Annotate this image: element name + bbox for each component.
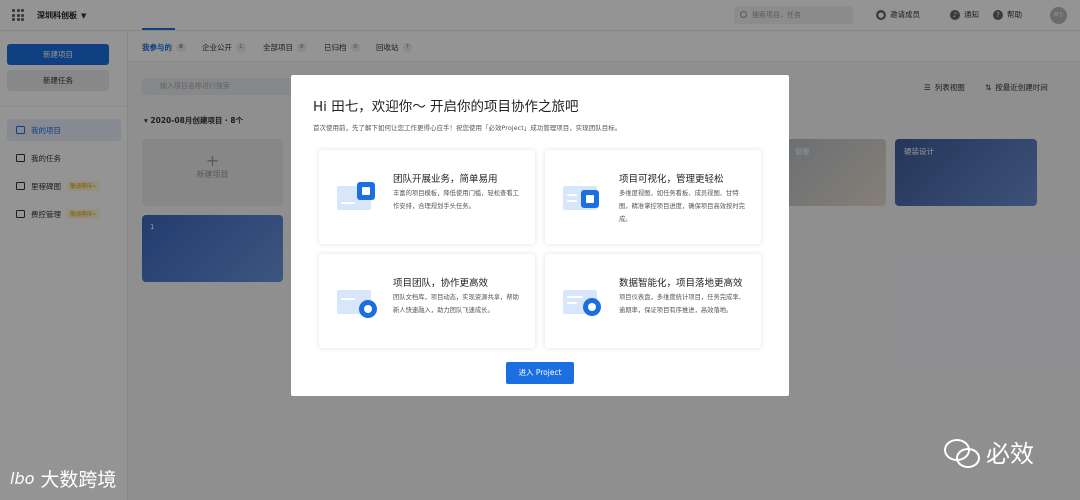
feature-desc: 团队文档库，项目动态，实现资源共享，帮助新人快速融入，助力团队飞速成长。	[393, 294, 519, 314]
watermark-logo: lbo	[10, 469, 35, 488]
modal-title: Hi 田七，欢迎你～ 开启你的项目协作之旅吧	[313, 99, 579, 115]
feature-desc: 多维度视图，如任务看板、成员视图、甘特图，精准掌控项目进度，确保项目高效按时完成…	[619, 190, 745, 223]
feature-title: 数据智能化，项目落地更高效	[619, 278, 743, 289]
watermark-left-text: 大数跨境	[40, 469, 117, 491]
pie-icon	[337, 282, 383, 322]
enter-project-button[interactable]: 进入 Project	[506, 362, 574, 384]
watermark-left: lbo 大数跨境	[10, 465, 116, 492]
watermark-right-text: 必效	[986, 440, 1034, 468]
feature-card: 团队开展业务，简单易用 丰富的项目模板，降低使用门槛，轻松查看工作安排，合理规划…	[319, 150, 535, 244]
chat-icon	[563, 178, 609, 218]
feature-card: 项目可视化，管理更轻松 多维度视图，如任务看板、成员视图、甘特图，精准掌控项目进…	[545, 150, 761, 244]
template-icon	[337, 178, 383, 218]
feature-title: 团队开展业务，简单易用	[393, 174, 498, 185]
eye-icon	[563, 282, 609, 322]
feature-title: 项目团队，协作更高效	[393, 278, 489, 289]
wechat-icon	[944, 437, 980, 468]
feature-desc: 丰富的项目模板，降低使用门槛，轻松查看工作安排，合理规划手头任务。	[393, 190, 519, 210]
feature-desc: 项目仪表盘，多维度统计项目，任务完成率、逾期率，保证项目有序推进，高效落地。	[619, 294, 745, 314]
welcome-modal: Hi 田七，欢迎你～ 开启你的项目协作之旅吧 首次使用前，先了解下如何让您工作更…	[291, 75, 789, 396]
feature-title: 项目可视化，管理更轻松	[619, 174, 724, 185]
watermark-right: 必效	[944, 434, 1034, 469]
modal-subtitle: 首次使用前，先了解下如何让您工作更得心应手！祝您使用「必效Project」成功管…	[313, 124, 622, 132]
feature-card: 数据智能化，项目落地更高效 项目仪表盘，多维度统计项目，任务完成率、逾期率，保证…	[545, 254, 761, 348]
feature-card: 项目团队，协作更高效 团队文档库，项目动态，实现资源共享，帮助新人快速融入，助力…	[319, 254, 535, 348]
